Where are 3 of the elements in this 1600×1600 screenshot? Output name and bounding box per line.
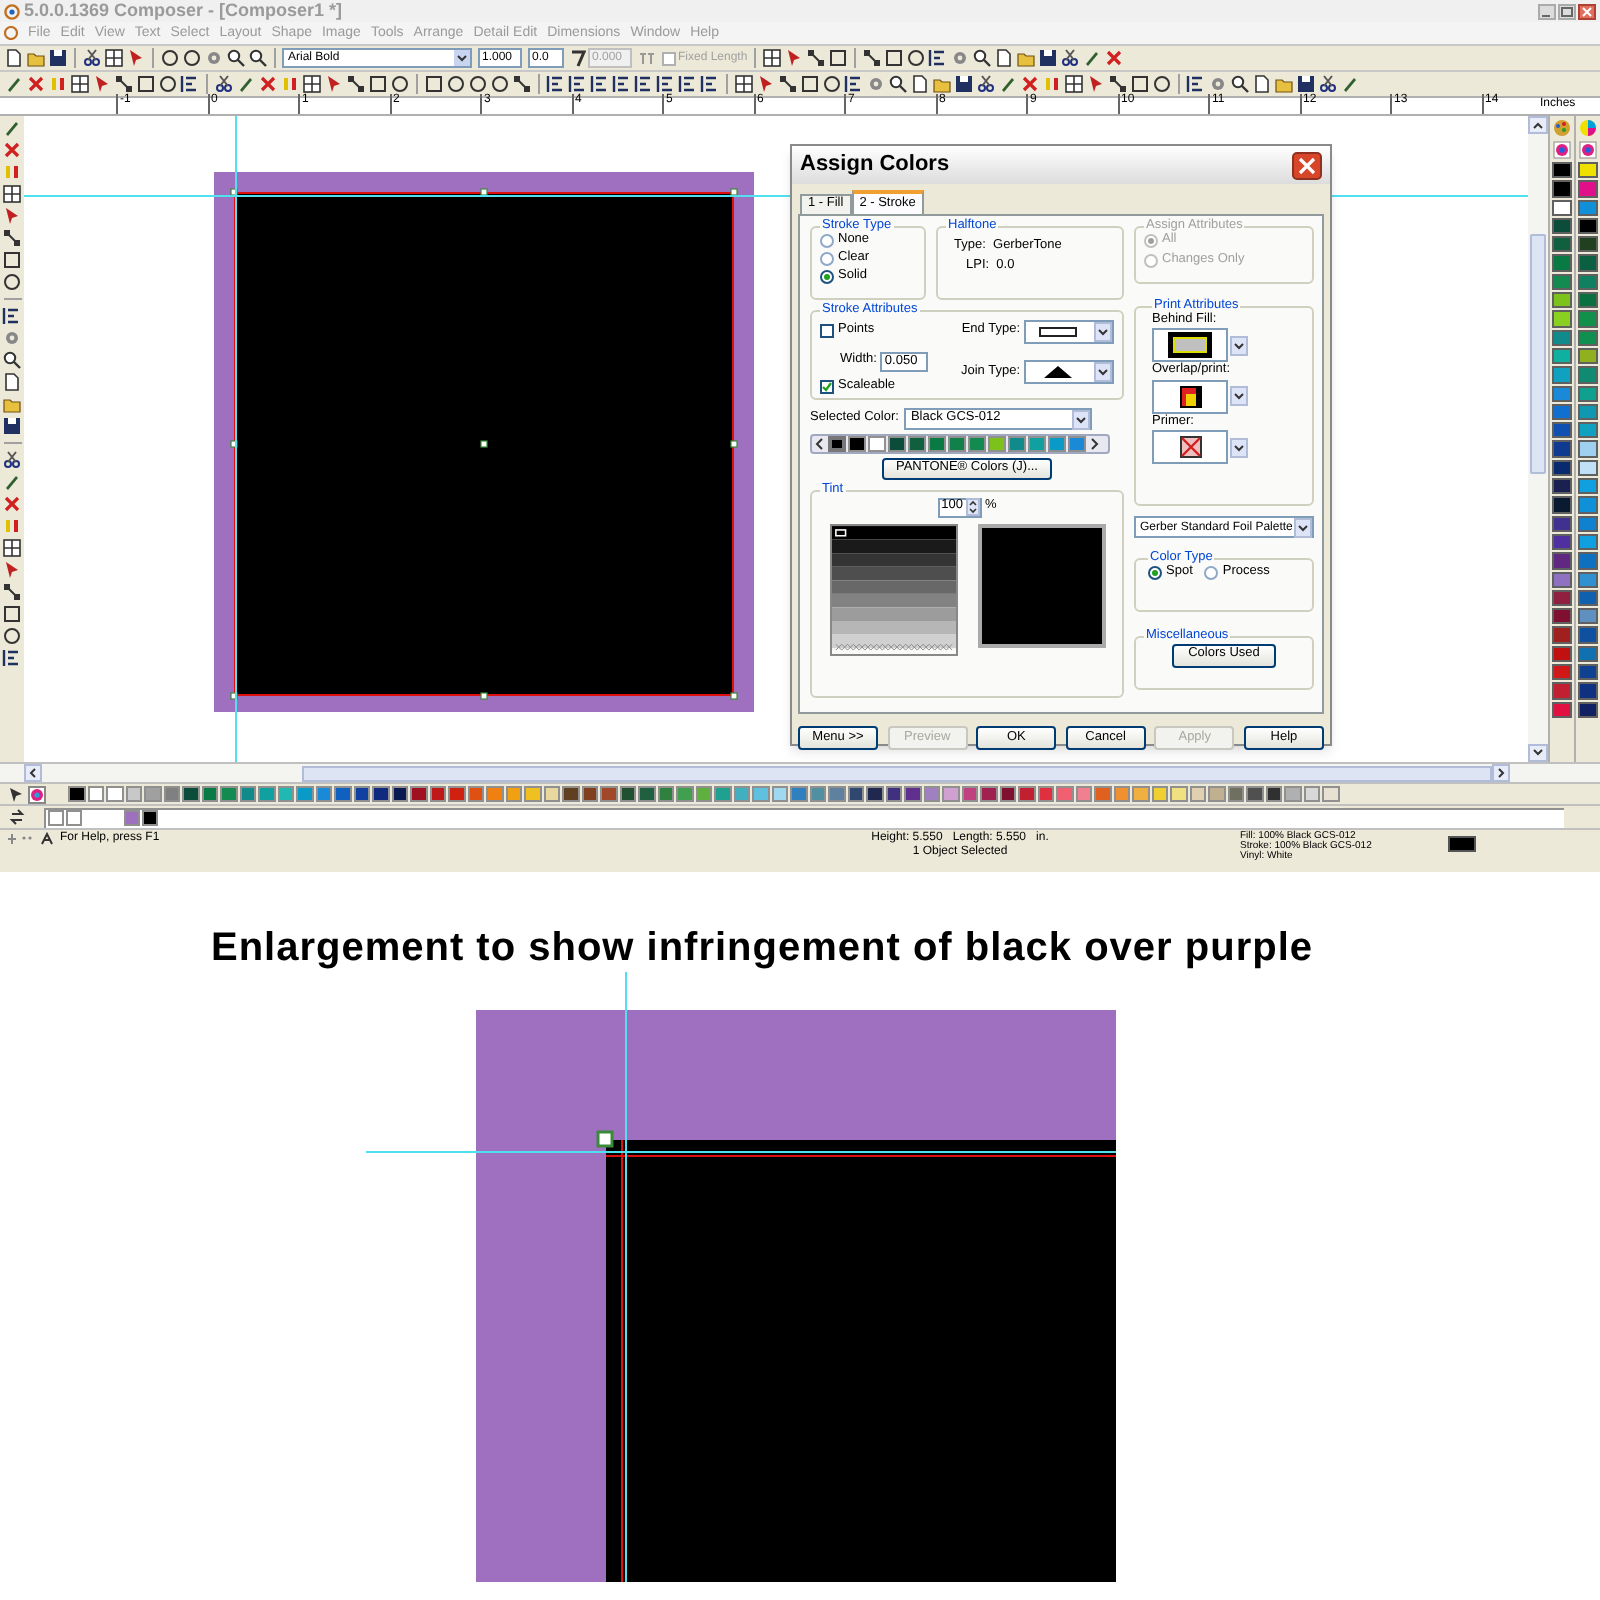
caption: Enlargement to show infringement of black over purple bbox=[208, 928, 1316, 968]
window-title: 5.0.0.1369 Composer - [Composer1 *] bbox=[24, 2, 343, 20]
dialog-title: Assign Colors bbox=[800, 154, 950, 176]
